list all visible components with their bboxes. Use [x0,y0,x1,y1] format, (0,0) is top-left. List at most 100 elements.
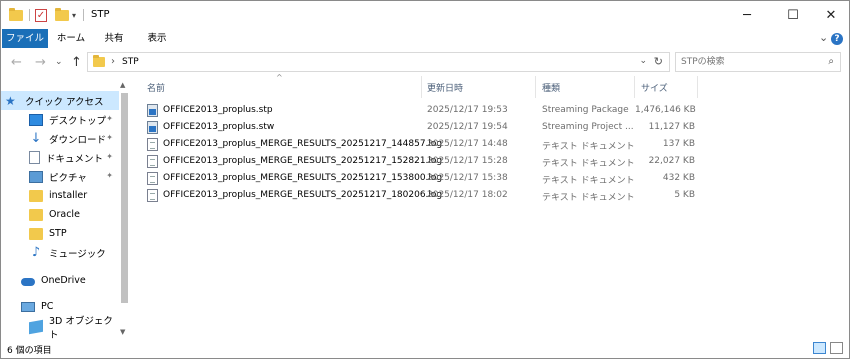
pin-icon: ✦ [106,133,113,142]
tab-file[interactable]: ファイル [2,29,48,48]
package-file-icon [147,121,158,134]
breadcrumb-chevron-icon[interactable]: › [111,56,115,67]
tab-home[interactable]: ホーム [53,29,89,48]
navigation-pane: ★ クイック アクセス デスクトップ ✦ ↓ ダウンロード ✦ ドキュメント ✦… [1,79,131,339]
folder-icon [29,227,43,240]
sidebar-item-oracle[interactable]: Oracle [1,205,119,224]
scroll-down-icon[interactable]: ▼ [120,328,125,336]
file-type: Streaming Project ... [542,122,634,132]
text-file-icon [147,172,158,185]
file-name: OFFICE2013_proplus_MERGE_RESULTS_2025121… [163,139,443,149]
new-folder-icon[interactable] [55,7,69,23]
music-icon: ♪ [31,244,41,260]
breadcrumb-stp[interactable]: STP [122,57,139,67]
file-row[interactable]: OFFICE2013_proplus_MERGE_RESULTS_2025121… [141,136,701,153]
file-type: テキスト ドキュメント [542,159,635,169]
column-header-size[interactable]: サイズ [641,81,668,97]
address-bar[interactable]: › STP ⌄ ↻ [87,52,670,72]
recent-locations-icon[interactable]: ⌄ [55,57,63,67]
sidebar-item-stp[interactable]: STP [1,224,119,243]
forward-arrow-icon[interactable]: → [35,55,46,70]
search-box[interactable]: ⌕ [675,52,841,72]
file-size: 432 KB [662,173,695,183]
file-type: テキスト ドキュメント [542,142,635,152]
refresh-icon[interactable]: ↻ [654,55,663,68]
text-file-icon [147,189,158,202]
help-icon[interactable]: ? [831,33,843,45]
file-size: 11,127 KB [648,122,695,132]
folder-icon [93,55,105,67]
file-size: 1,476,146 KB [635,105,696,115]
file-date: 2025/12/17 14:48 [427,139,508,149]
scroll-up-icon[interactable]: ▲ [120,81,125,89]
sidebar-item-downloads[interactable]: ↓ ダウンロード ✦ [1,129,119,148]
file-row[interactable]: OFFICE2013_proplus.stw 2025/12/17 19:54 … [141,119,701,136]
file-date: 2025/12/17 15:28 [427,156,508,166]
ribbon-expand-icon[interactable]: ⌄ [819,31,828,44]
up-arrow-icon[interactable]: ↑ [71,55,82,70]
tab-share[interactable]: 共有 [99,29,129,48]
column-divider[interactable] [421,76,422,98]
sidebar-item-documents[interactable]: ドキュメント ✦ [1,148,119,167]
file-type: テキスト ドキュメント [542,176,635,186]
sidebar-item-3d-objects[interactable]: 3D オブジェクト [1,316,119,339]
sidebar-item-label: OneDrive [41,275,86,286]
sidebar-item-installer[interactable]: installer [1,186,119,205]
file-type: テキスト ドキュメント [542,193,635,203]
text-file-icon [147,138,158,151]
file-date: 2025/12/17 15:38 [427,173,508,183]
file-name: OFFICE2013_proplus_MERGE_RESULTS_2025121… [163,173,443,183]
file-row[interactable]: OFFICE2013_proplus_MERGE_RESULTS_2025121… [141,153,701,170]
column-divider[interactable] [697,76,698,98]
sidebar-item-label: クイック アクセス [25,96,104,108]
sidebar-item-pictures[interactable]: ピクチャ ✦ [1,167,119,186]
file-row[interactable]: OFFICE2013_proplus.stp 2025/12/17 19:53 … [141,102,701,119]
address-dropdown-icon[interactable]: ⌄ [639,56,647,66]
file-name: OFFICE2013_proplus.stp [163,105,273,115]
item-count: 6 個の項目 [7,346,52,356]
details-view-icon[interactable] [813,342,826,354]
file-size: 22,027 KB [648,156,695,166]
column-header-date[interactable]: 更新日時 [427,81,463,97]
search-icon[interactable]: ⌕ [828,56,834,67]
sort-ascending-icon: ^ [276,73,283,82]
folder-icon [9,7,23,23]
search-input[interactable] [681,55,811,69]
file-name: OFFICE2013_proplus_MERGE_RESULTS_2025121… [163,190,443,200]
column-divider[interactable] [535,76,536,98]
file-row[interactable]: OFFICE2013_proplus_MERGE_RESULTS_2025121… [141,170,701,187]
column-divider[interactable] [634,76,635,98]
properties-icon[interactable]: ✓ [35,7,47,23]
file-row[interactable]: OFFICE2013_proplus_MERGE_RESULTS_2025121… [141,187,701,204]
sidebar-item-quick-access[interactable]: ★ クイック アクセス [1,91,119,110]
file-size: 137 KB [662,139,695,149]
column-header-type[interactable]: 種類 [542,81,560,97]
file-type: Streaming Package [542,105,629,115]
pc-icon [21,301,35,312]
onedrive-icon [21,277,35,286]
tab-view[interactable]: 表示 [139,29,175,48]
sidebar-item-label: デスクトップ [49,115,107,127]
star-icon: ★ [5,93,16,108]
large-icons-view-icon[interactable] [830,342,843,354]
sidebar-item-desktop[interactable]: デスクトップ ✦ [1,110,119,129]
explorer-window: ✓ ▾ STP ─ ☐ ✕ ファイル ホーム 共有 表示 ⌄ ? ← → ⌄ ↑… [0,0,850,359]
sidebar-item-music[interactable]: ♪ ミュージック [1,243,119,262]
3d-objects-icon [29,319,43,334]
sidebar-item-label: Oracle [49,209,80,220]
customize-toolbar-icon[interactable]: ▾ [72,7,76,23]
text-file-icon [147,155,158,168]
window-title: STP [91,9,110,20]
minimize-button[interactable]: ─ [725,1,769,29]
column-header-name[interactable]: 名前 [147,81,165,97]
status-bar: 6 個の項目 [1,339,849,358]
close-button[interactable]: ✕ [809,1,850,29]
back-arrow-icon[interactable]: ← [11,55,22,70]
sidebar-item-onedrive[interactable]: OneDrive [1,271,119,290]
file-date: 2025/12/17 19:54 [427,122,508,132]
navigation-scrollbar[interactable]: ▲ ▼ [119,79,130,339]
package-file-icon [147,104,158,117]
sidebar-item-label: ミュージック [49,248,106,260]
pictures-icon [29,170,43,183]
scroll-thumb[interactable] [121,93,128,303]
